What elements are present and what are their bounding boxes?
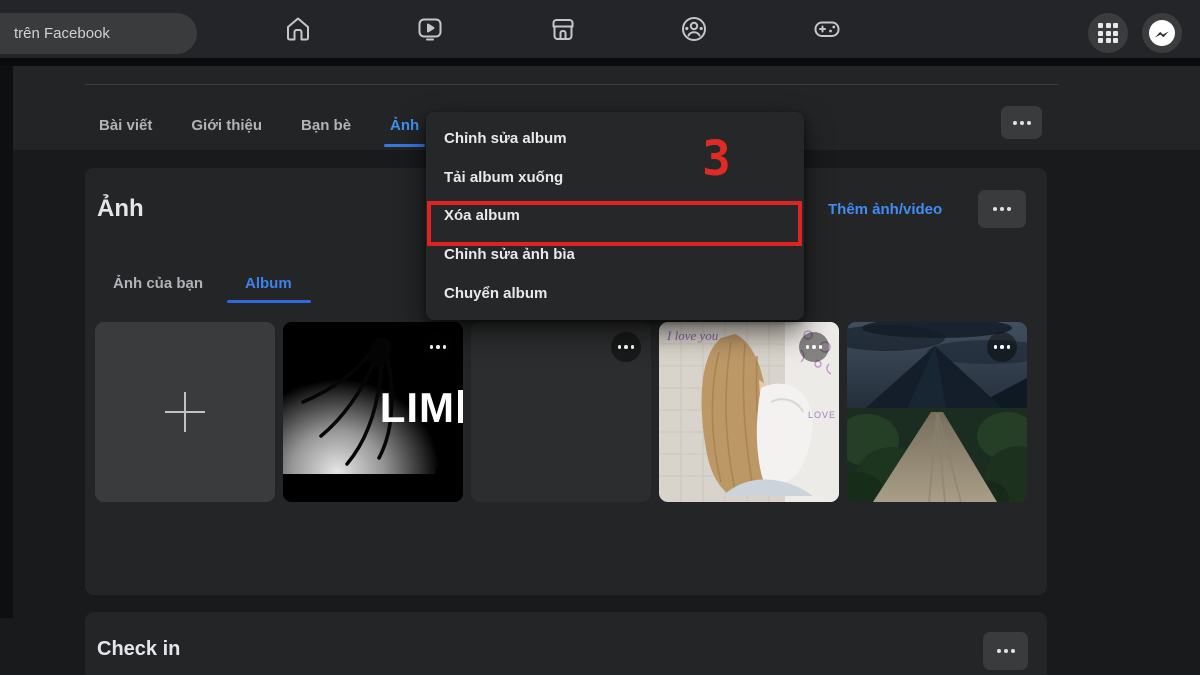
- album-options-button[interactable]: [799, 332, 829, 362]
- album-cover-profile-pictures[interactable]: I love you LOVE: [659, 322, 839, 502]
- profile-tabs: Bài viết Giới thiệu Bạn bè Ảnh: [97, 103, 421, 147]
- cover-text-clipped-letter: [458, 390, 463, 423]
- album-cover-cover-photos[interactable]: [847, 322, 1027, 502]
- create-album-tile[interactable]: [95, 322, 275, 502]
- album-options-button[interactable]: [423, 332, 453, 362]
- album-card-create: Tạo album: [95, 322, 277, 502]
- album-options-button[interactable]: [611, 332, 641, 362]
- nav-gaming-tab[interactable]: [799, 5, 855, 53]
- add-photo-video-link[interactable]: Thêm ảnh/video: [828, 201, 942, 218]
- window-left-edge: [0, 66, 13, 618]
- messenger-button[interactable]: [1142, 13, 1182, 53]
- tab-albums[interactable]: Album: [245, 263, 292, 303]
- album-card-cover-photos: Ảnh bìa 1 mục: [847, 322, 1029, 502]
- apps-grid-icon: [1098, 23, 1118, 43]
- photos-title: Ảnh: [97, 195, 144, 223]
- tab-your-photos[interactable]: Ảnh của bạn: [113, 263, 203, 303]
- tab-anh[interactable]: Ảnh: [388, 103, 421, 147]
- topbar-separator: [0, 58, 1200, 66]
- checkin-panel: Check in: [85, 612, 1047, 675]
- watch-icon: [415, 14, 445, 44]
- nav-groups-tab[interactable]: [666, 5, 722, 53]
- tab-gioi-thieu[interactable]: Giới thiệu: [189, 103, 264, 147]
- nav-home-tab[interactable]: [270, 5, 326, 53]
- active-tab-underline: [227, 300, 311, 303]
- gaming-icon: [812, 14, 842, 44]
- album-card-game: LIM Game 9 mục: [283, 322, 465, 502]
- ellipsis-icon: [618, 345, 635, 349]
- nav-watch-tab[interactable]: [402, 5, 458, 53]
- checkin-more-button[interactable]: [983, 632, 1028, 670]
- menu-item-edit-cover-photo[interactable]: Chỉnh sửa ảnh bìa: [426, 235, 804, 274]
- album-card-profile-pictures: I love you LOVE Ảnh đại diện 4 mục: [659, 322, 841, 502]
- apps-menu-button[interactable]: [1088, 13, 1128, 53]
- photos-more-button[interactable]: [978, 190, 1026, 228]
- ellipsis-icon: [997, 649, 1015, 653]
- ellipsis-icon: [993, 207, 1011, 211]
- album-card-untitled: Album chưa đặt tên: [471, 322, 653, 502]
- home-icon: [283, 14, 313, 44]
- album-options-button[interactable]: [987, 332, 1017, 362]
- ellipsis-icon: [430, 345, 447, 349]
- marketplace-icon: [548, 14, 578, 44]
- album-cover-untitled[interactable]: [471, 322, 651, 502]
- album-options-menu: Chỉnh sửa album Tải album xuống Xóa albu…: [426, 112, 804, 320]
- tab-bai-viet[interactable]: Bài viết: [97, 103, 154, 147]
- profile-more-button[interactable]: [1001, 106, 1042, 139]
- search-input[interactable]: trên Facebook: [0, 13, 197, 54]
- menu-item-delete-album[interactable]: Xóa album: [426, 197, 804, 236]
- divider: [85, 84, 1058, 85]
- menu-item-move-album[interactable]: Chuyển album: [426, 274, 804, 313]
- album-cover-game[interactable]: LIM: [283, 322, 463, 502]
- search-placeholder: trên Facebook: [0, 25, 110, 42]
- cover-text: LIM: [380, 384, 455, 432]
- nav-marketplace-tab[interactable]: [535, 5, 591, 53]
- menu-item-download-album[interactable]: Tải album xuống: [426, 158, 804, 197]
- ellipsis-icon: [994, 345, 1011, 349]
- groups-icon: [679, 14, 709, 44]
- ellipsis-icon: [806, 345, 823, 349]
- plus-icon: [165, 392, 205, 432]
- tab-ban-be[interactable]: Bạn bè: [299, 103, 353, 147]
- ellipsis-icon: [1013, 121, 1031, 125]
- cover-text: I love you: [667, 328, 718, 344]
- messenger-icon: [1144, 15, 1180, 51]
- menu-item-edit-album[interactable]: Chỉnh sửa album: [426, 119, 804, 158]
- top-navigation-bar: trên Facebook: [0, 0, 1200, 58]
- facebook-photos-page: trên Facebook: [0, 0, 1200, 675]
- checkin-title: Check in: [97, 638, 180, 661]
- cover-text-2: LOVE: [808, 410, 836, 420]
